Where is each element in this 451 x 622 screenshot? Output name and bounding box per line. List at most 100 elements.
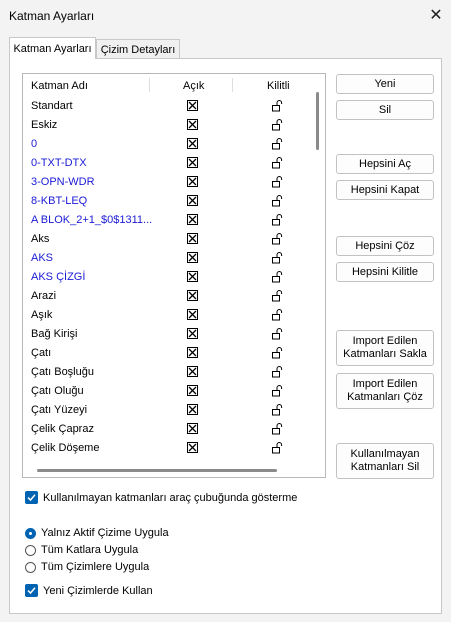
scope-option-all-drawings[interactable]: Tüm Çizimlere Uygula	[25, 561, 149, 573]
table-row[interactable]: Bağ Kirişi	[23, 325, 313, 344]
column-divider[interactable]	[149, 78, 150, 92]
radio-selected-icon[interactable]	[25, 527, 36, 539]
close-button[interactable]: ✕	[421, 0, 451, 30]
unlock-icon[interactable]	[271, 365, 283, 378]
delete-layer-button[interactable]: Sil	[336, 100, 434, 120]
unlock-all-button[interactable]: Hepsini Çöz	[336, 236, 434, 256]
layer-name: Aks	[31, 233, 50, 245]
visibility-checkbox-icon[interactable]	[187, 423, 198, 434]
visibility-checkbox-icon[interactable]	[187, 252, 198, 263]
hide-all-button[interactable]: Hepsini Kapat	[336, 180, 434, 200]
scope-option-active[interactable]: Yalnız Aktif Çizime Uygula	[25, 527, 169, 539]
table-row[interactable]: Arazi	[23, 287, 313, 306]
table-row[interactable]: Çatı Oluğu	[23, 382, 313, 401]
visibility-checkbox-icon[interactable]	[187, 100, 198, 111]
hide-imported-button[interactable]: Import Edilen Katmanları Sakla	[336, 330, 434, 366]
unlock-icon[interactable]	[271, 156, 283, 169]
vertical-scroll-thumb[interactable]	[316, 92, 319, 150]
layer-name: Çatı Boşluğu	[31, 366, 94, 378]
column-header-name[interactable]: Katman Adı	[31, 80, 88, 92]
visibility-checkbox-icon[interactable]	[187, 347, 198, 358]
unlock-icon[interactable]	[271, 308, 283, 321]
table-row[interactable]: Çatı Yüzeyi	[23, 401, 313, 420]
tab-cizim-detaylari[interactable]: Çizim Detayları	[96, 39, 180, 59]
table-row[interactable]: 0	[23, 135, 313, 154]
checkbox-checked-icon[interactable]	[25, 584, 38, 597]
unlock-icon[interactable]	[271, 441, 283, 454]
window-title: Katman Ayarları	[9, 9, 95, 23]
table-row[interactable]: Çatı Boşluğu	[23, 363, 313, 382]
hide-unused-option[interactable]: Kullanılmayan katmanları araç çubuğunda …	[25, 491, 297, 504]
table-row[interactable]: AKS ÇİZGİ	[23, 268, 313, 287]
unlock-icon[interactable]	[271, 384, 283, 397]
unlock-icon[interactable]	[271, 118, 283, 131]
horizontal-scrollbar[interactable]	[23, 464, 313, 477]
unlock-icon[interactable]	[271, 422, 283, 435]
visibility-checkbox-icon[interactable]	[187, 442, 198, 453]
layer-name: Bağ Kirişi	[31, 328, 78, 340]
unlock-imported-button[interactable]: Import Edilen Katmanları Çöz	[336, 373, 434, 409]
layer-name: Eskiz	[31, 119, 58, 131]
title-bar: Katman Ayarları ✕	[0, 0, 451, 32]
unlock-icon[interactable]	[271, 251, 283, 264]
radio-icon[interactable]	[25, 544, 36, 556]
unlock-icon[interactable]	[271, 327, 283, 340]
tab-katman-ayarlari[interactable]: Katman Ayarları	[9, 37, 96, 59]
lock-all-button[interactable]: Hepsini Kilitle	[336, 262, 434, 282]
new-layer-button[interactable]: Yeni	[336, 74, 434, 94]
layer-list[interactable]: Katman Adı Açık Kilitli Standart Eskiz 0 0-…	[22, 73, 326, 478]
unlock-icon[interactable]	[271, 99, 283, 112]
layer-name: 0	[31, 138, 38, 150]
visibility-checkbox-icon[interactable]	[187, 290, 198, 301]
list-header: Katman Adı Açık Kilitli	[23, 74, 313, 96]
table-row[interactable]: AKS	[23, 249, 313, 268]
table-row[interactable]: Standart	[23, 97, 313, 116]
table-row[interactable]: Çelik Çapraz	[23, 420, 313, 439]
vertical-scrollbar[interactable]	[313, 74, 325, 477]
visibility-checkbox-icon[interactable]	[187, 271, 198, 282]
use-in-new-option[interactable]: Yeni Çizimlerde Kullan	[25, 584, 153, 597]
unlock-icon[interactable]	[271, 270, 283, 283]
visibility-checkbox-icon[interactable]	[187, 404, 198, 415]
visibility-checkbox-icon[interactable]	[187, 233, 198, 244]
scope-option-all-floors[interactable]: Tüm Katlara Uygula	[25, 544, 138, 556]
table-row[interactable]: Çatı	[23, 344, 313, 363]
visibility-checkbox-icon[interactable]	[187, 157, 198, 168]
unlock-icon[interactable]	[271, 175, 283, 188]
radio-icon[interactable]	[25, 561, 36, 573]
layer-name: Standart	[31, 100, 73, 112]
show-all-button[interactable]: Hepsini Aç	[336, 154, 434, 174]
column-divider[interactable]	[232, 78, 233, 92]
unlock-icon[interactable]	[271, 194, 283, 207]
unlock-icon[interactable]	[271, 289, 283, 302]
table-row[interactable]: A BLOK_2+1_$0$1311...	[23, 211, 313, 230]
column-header-visible[interactable]: Açık	[183, 80, 204, 92]
visibility-checkbox-icon[interactable]	[187, 214, 198, 225]
unlock-icon[interactable]	[271, 346, 283, 359]
unlock-icon[interactable]	[271, 403, 283, 416]
layer-name: Çatı Oluğu	[31, 385, 84, 397]
horizontal-scroll-thumb[interactable]	[37, 469, 277, 472]
visibility-checkbox-icon[interactable]	[187, 366, 198, 377]
table-row[interactable]: Aks	[23, 230, 313, 249]
visibility-checkbox-icon[interactable]	[187, 138, 198, 149]
table-row[interactable]: Aşık	[23, 306, 313, 325]
unlock-icon[interactable]	[271, 213, 283, 226]
table-row[interactable]: Çelik Döşeme	[23, 439, 313, 458]
delete-unused-button[interactable]: Kullanılmayan Katmanları Sil	[336, 443, 434, 479]
table-row[interactable]: Eskiz	[23, 116, 313, 135]
unlock-icon[interactable]	[271, 232, 283, 245]
unlock-icon[interactable]	[271, 137, 283, 150]
visibility-checkbox-icon[interactable]	[187, 385, 198, 396]
table-row[interactable]: 8-KBT-LEQ	[23, 192, 313, 211]
visibility-checkbox-icon[interactable]	[187, 195, 198, 206]
checkbox-checked-icon[interactable]	[25, 491, 38, 504]
table-row[interactable]: 3-OPN-WDR	[23, 173, 313, 192]
visibility-checkbox-icon[interactable]	[187, 176, 198, 187]
visibility-checkbox-icon[interactable]	[187, 309, 198, 320]
column-header-locked[interactable]: Kilitli	[267, 80, 290, 92]
visibility-checkbox-icon[interactable]	[187, 328, 198, 339]
visibility-checkbox-icon[interactable]	[187, 119, 198, 130]
table-row[interactable]: 0-TXT-DTX	[23, 154, 313, 173]
layer-name: 8-KBT-LEQ	[31, 195, 88, 207]
